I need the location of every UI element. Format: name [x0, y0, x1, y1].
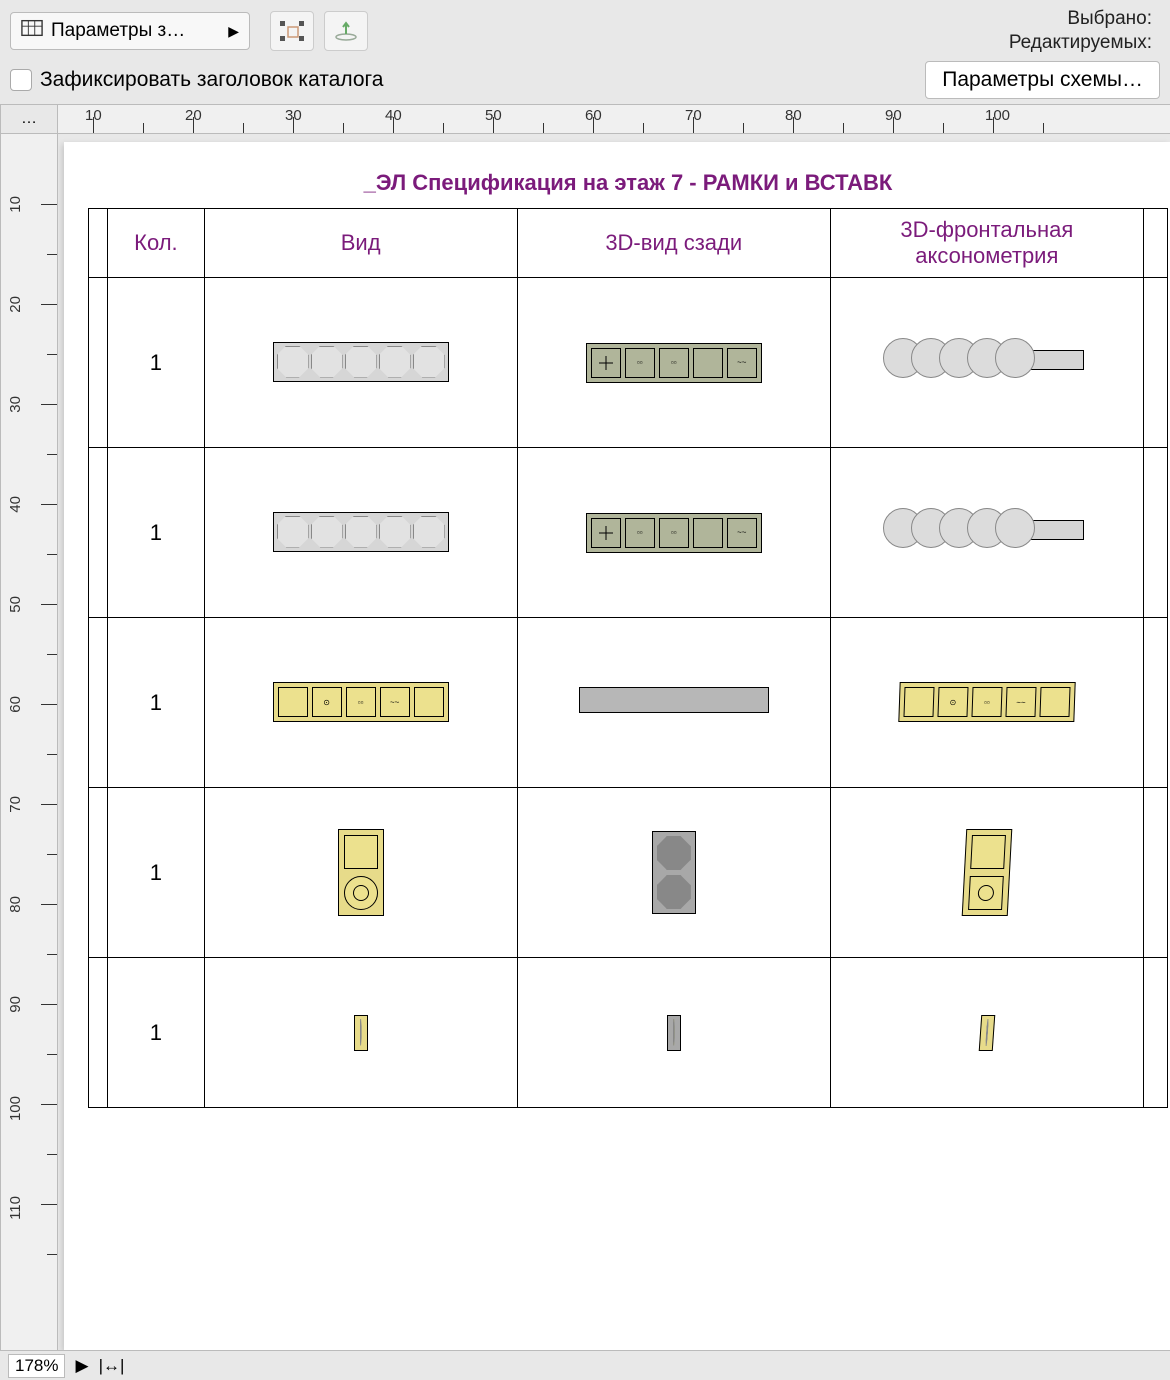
insert-tool-icon[interactable] [324, 11, 368, 51]
freeze-header-label: Зафиксировать заголовок каталога [40, 68, 383, 92]
row2-kol: 1 [108, 448, 204, 618]
row2-view [204, 448, 517, 618]
row2-axo [830, 448, 1143, 618]
row3-view: ⊙▫▫~~ [204, 618, 517, 788]
freeze-header-checkbox[interactable]: Зафиксировать заголовок каталога [10, 68, 383, 92]
row1-back: ▫▫▫▫~~ [517, 278, 830, 448]
editable-label: Редактируемых: [1009, 31, 1152, 55]
col-thin-right [1143, 209, 1167, 278]
row3-kol: 1 [108, 618, 204, 788]
row5-axo [830, 958, 1143, 1108]
layout-page: _ЭЛ Спецификация на этаж 7 - РАМКИ и ВСТ… [64, 142, 1170, 1350]
row5-back [517, 958, 830, 1108]
row4-axo [830, 788, 1143, 958]
header-kol: Кол. [108, 209, 204, 278]
tool-icons [270, 11, 368, 51]
fit-width-icon[interactable]: |↔| [99, 1356, 125, 1376]
zoom-level[interactable]: 178% [8, 1354, 65, 1378]
row1-axo [830, 278, 1143, 448]
drawing-canvas[interactable]: _ЭЛ Спецификация на этаж 7 - РАМКИ и ВСТ… [58, 134, 1170, 1350]
row4-kol: 1 [108, 788, 204, 958]
row5-view [204, 958, 517, 1108]
header-view: Вид [204, 209, 517, 278]
header-3d-axo: 3D-фронтальная аксонометрия [830, 209, 1143, 278]
row3-back [517, 618, 830, 788]
params-dropdown[interactable]: Параметры з… ▶ [10, 12, 250, 50]
ruler-horizontal[interactable]: 102030405060708090100 [58, 104, 1170, 134]
params-label: Параметры з… [51, 20, 220, 42]
row5-kol: 1 [108, 958, 204, 1108]
scheme-params-button[interactable]: Параметры схемы… [925, 61, 1160, 99]
selection-tool-icon[interactable] [270, 11, 314, 51]
spec-title: _ЭЛ Спецификация на этаж 7 - РАМКИ и ВСТ… [89, 162, 1168, 209]
selected-label: Выбрано: [1009, 7, 1152, 31]
header-3d-back: 3D-вид сзади [517, 209, 830, 278]
row1-view [204, 278, 517, 448]
schedule-icon [21, 19, 43, 43]
specification-table: _ЭЛ Спецификация на этаж 7 - РАМКИ и ВСТ… [88, 162, 1168, 1108]
col-thin-left [89, 209, 108, 278]
options-bar: Зафиксировать заголовок каталога Парамет… [0, 58, 1170, 104]
row4-view [204, 788, 517, 958]
checkbox-box [10, 69, 32, 91]
play-icon[interactable]: ▶ [75, 1356, 88, 1376]
toolbar: Параметры з… ▶ Выбрано: Редактируемых: [0, 0, 1170, 58]
selection-info: Выбрано: Редактируемых: [1009, 7, 1160, 55]
row1-kol: 1 [108, 278, 204, 448]
status-bar: 178% ▶ |↔| [0, 1350, 1170, 1380]
row2-back: ▫▫▫▫~~ [517, 448, 830, 618]
row3-axo: ⊙▫▫~~ [830, 618, 1143, 788]
ruler-vertical[interactable]: 102030405060708090100110 [0, 134, 58, 1350]
ruler-corner[interactable]: … [0, 104, 58, 134]
chevron-right-icon: ▶ [228, 23, 239, 40]
row4-back [517, 788, 830, 958]
